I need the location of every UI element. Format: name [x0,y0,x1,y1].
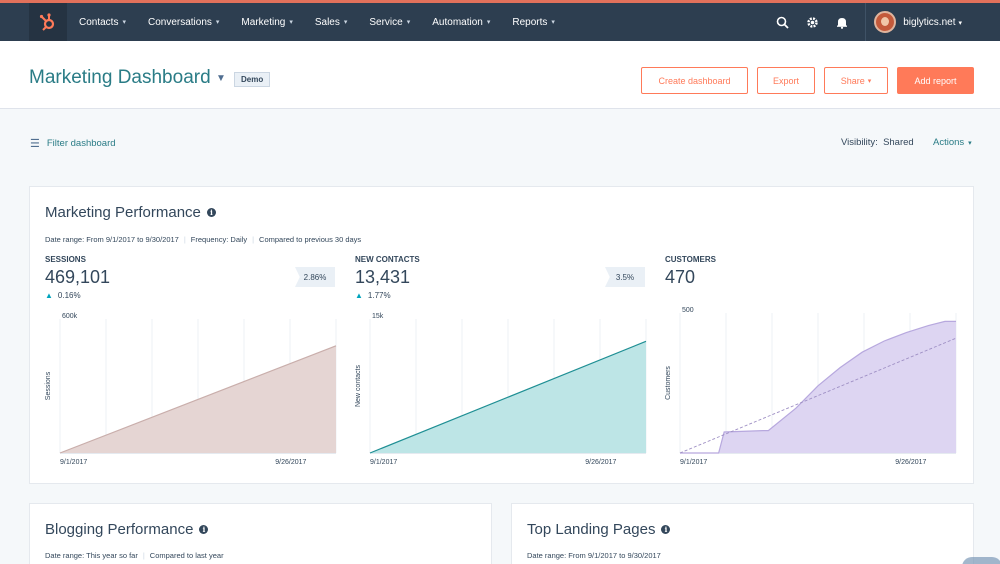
create-dashboard-button[interactable]: Create dashboard [641,67,748,94]
card-title: Top Landing Pages i [527,521,671,538]
y-max-tick-label: 15k [372,313,384,320]
blogging-performance-card: Blogging Performance i Date range: This y… [29,503,492,564]
chevron-down-icon: ▾ [486,19,491,26]
nav-reports[interactable]: Reports ▾ [512,17,555,28]
account-menu[interactable]: biglytics.net ▾ [903,17,962,28]
triangle-up-icon: ▲ [45,291,53,300]
dashboard-switcher-caret-icon[interactable]: ▼ [216,73,226,84]
chevron-down-icon: ▾ [551,19,555,26]
y-axis-label: Customers [665,366,672,400]
export-button[interactable]: Export [757,67,815,94]
chat-launcher[interactable] [962,557,1000,564]
sessions-chart: 600k Sessions 9/1/2017 9/26/2017 [40,311,340,483]
top-landing-pages-card: Top Landing Pages i Date range: From 9/1/… [511,503,974,564]
page-title: Marketing Dashboard [29,67,211,88]
card-title: Marketing Performance i [45,204,216,221]
gear-icon[interactable] [797,16,827,29]
y-max-tick-label: 600k [62,313,78,320]
nav-marketing[interactable]: Marketing ▾ [241,17,292,28]
metric-value: 470 [665,267,696,287]
filter-dashboard-link[interactable]: ☰ Filter dashboard [30,137,116,150]
chevron-down-icon: ▾ [958,19,962,27]
report-meta: Date range: From 9/1/2017 to 9/30/2017 [527,551,661,560]
info-icon[interactable]: i [199,525,209,534]
new-contacts-chart: 15k New contacts 9/1/2017 9/26/2017 [350,311,650,483]
dashboard-header: Marketing Dashboard ▼ Demo Create dashbo… [0,41,1000,109]
actions-menu[interactable]: Actions ▾ [933,137,972,148]
nav-conversations[interactable]: Conversations ▾ [148,17,219,28]
x-tick-label: 9/26/2017 [275,459,306,466]
y-axis-label: New contacts [355,364,362,407]
chart-svg: 600k Sessions 9/1/2017 9/26/2017 [45,313,337,466]
chevron-down-icon: ▾ [406,19,411,26]
y-axis-label: Sessions [45,371,52,400]
chevron-down-icon: ▾ [122,19,126,26]
x-tick-label: 9/26/2017 [895,459,926,466]
percent-badge: 2.86% [295,267,335,287]
nav-contacts[interactable]: Contacts ▾ [79,17,126,28]
avatar[interactable] [874,11,897,33]
report-meta: Date range: From 9/1/2017 to 9/30/2017 | F… [45,235,362,244]
card-title: Blogging Performance i [45,521,209,538]
nav-sales[interactable]: Sales ▾ [315,17,348,28]
y-max-tick-label: 500 [682,307,694,314]
chevron-down-icon: ▾ [867,77,872,85]
demo-tag: Demo [234,72,271,87]
sprocket-icon [39,13,55,31]
filter-icon: ☰ [30,138,40,150]
chart-svg: 15k New contacts 9/1/2017 9/26/2017 [355,313,647,466]
chevron-down-icon: ▾ [968,140,972,147]
visibility-setting[interactable]: Visibility: Shared [841,137,914,148]
add-report-button[interactable]: Add report [897,67,974,94]
top-nav: Contacts ▾ Conversations ▾ Marketing ▾ Sale… [0,0,1000,41]
chevron-down-icon: ▾ [215,19,220,26]
nav-automation[interactable]: Automation ▾ [432,17,490,28]
metric-change: ▲ 0.16% [45,291,81,300]
percent-badge: 3.5% [605,267,645,287]
info-icon[interactable]: i [206,208,216,217]
metric-change: ▲ 1.77% [355,291,391,300]
x-tick-label: 9/26/2017 [585,459,616,466]
chevron-down-icon: ▾ [343,19,348,26]
chart-svg: 500 Customers 9/1/2017 9/26/2017 [665,307,957,466]
nav-service[interactable]: Service ▾ [369,17,410,28]
metric-label: CUSTOMERS [665,255,716,264]
share-button[interactable]: Share ▾ [824,67,888,94]
report-meta: Date range: This year so far | Compared to… [45,551,224,560]
marketing-performance-card: Marketing Performance i Date range: From … [29,186,974,484]
search-icon[interactable] [767,16,797,29]
customers-chart: 500 Customers 9/1/2017 9/26/2017 [660,301,970,483]
info-icon[interactable]: i [661,525,671,534]
metric-value: 469,101 [45,267,111,287]
metric-label: NEW CONTACTS [355,255,420,264]
x-tick-label: 9/1/2017 [680,459,707,466]
metric-value: 13,431 [355,267,411,287]
chevron-down-icon: ▾ [289,19,293,26]
triangle-up-icon: ▲ [355,291,363,300]
x-tick-label: 9/1/2017 [60,459,87,466]
x-tick-label: 9/1/2017 [370,459,397,466]
hubspot-logo[interactable] [29,3,67,41]
bell-icon[interactable] [827,16,857,29]
nav-divider [865,3,867,41]
metric-label: SESSIONS [45,255,86,264]
